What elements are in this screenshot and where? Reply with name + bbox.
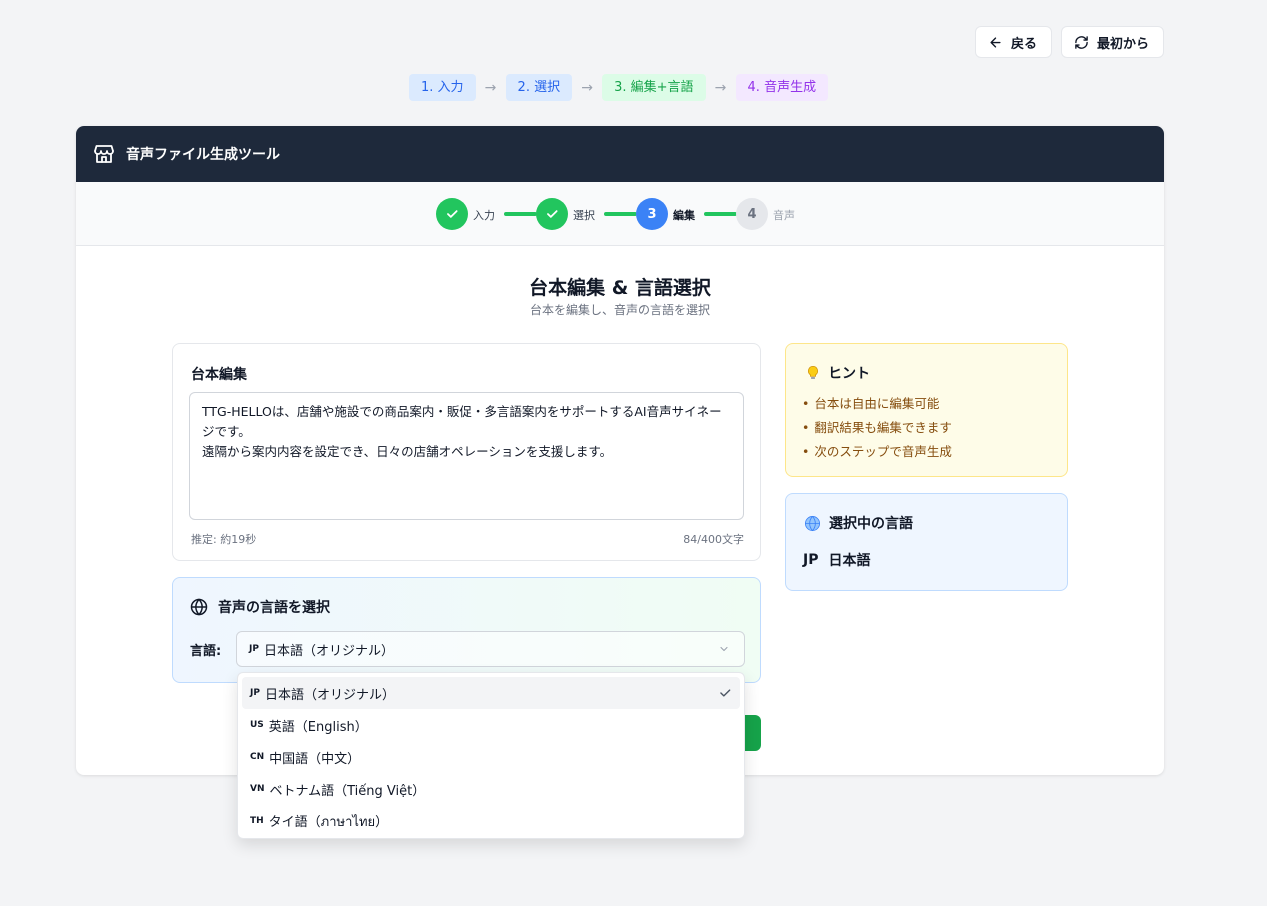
check-icon xyxy=(720,689,731,697)
chevron-down-icon xyxy=(720,646,728,652)
page-title: 台本編集 & 言語選択 xyxy=(529,277,711,299)
current-language-name: 日本語 xyxy=(828,553,871,569)
step-3-label: 編集 xyxy=(673,209,695,222)
selected-flag: JP xyxy=(249,644,259,654)
language-panel-title: 音声の言語を選択 xyxy=(189,597,330,617)
option-text: 中国語（中文） xyxy=(269,751,361,767)
step-1-label: 入力 xyxy=(473,209,495,222)
language-option-ja[interactable]: JP 日本語（オリジナル） xyxy=(242,677,740,709)
lightbulb-icon xyxy=(808,365,818,379)
step-2-label: 選択 xyxy=(573,209,595,222)
refresh-icon xyxy=(1075,35,1088,49)
restart-button[interactable]: 最初から xyxy=(1060,26,1164,58)
breadcrumb-step-4: 4. 音声生成 xyxy=(735,74,829,101)
hint-list: 台本は自由に編集可能 翻訳結果も編集できます 次のステップで音声生成 xyxy=(802,392,952,464)
check-icon xyxy=(447,210,458,218)
hint-panel: ヒント 台本は自由に編集可能 翻訳結果も編集できます 次のステップで音声生成 xyxy=(785,343,1068,477)
hint-item: 次のステップで音声生成 xyxy=(802,440,952,464)
language-dropdown: JP 日本語（オリジナル） US 英語（English） CN 中国語（中文） … xyxy=(237,672,745,839)
option-flag: TH xyxy=(250,816,264,826)
check-icon xyxy=(547,210,558,218)
hint-title-text: ヒント xyxy=(828,366,870,382)
language-panel-title-text: 音声の言語を選択 xyxy=(218,600,330,616)
store-icon xyxy=(94,145,114,163)
step-connector xyxy=(504,212,537,216)
current-language-flag: JP xyxy=(803,552,819,568)
char-count: 84/400文字 xyxy=(683,533,744,546)
option-text: ベトナム語（Tiếng Việt） xyxy=(269,783,426,799)
hint-item: 翻訳結果も編集できます xyxy=(802,416,952,440)
script-textarea[interactable]: TTG-HELLOは、店舗や施設での商品案内・販促・多言語案内をサポートするAI… xyxy=(189,392,744,520)
progress-stepper: 入力 選択 3 編集 4 音声 xyxy=(76,182,1164,246)
language-panel: 音声の言語を選択 言語: JP 日本語（オリジナル） xyxy=(172,577,761,683)
breadcrumb-arrow: → xyxy=(714,79,727,96)
selected-language-text: 日本語（オリジナル） xyxy=(263,643,394,659)
breadcrumb: 1. 入力 → 2. 選択 → 3. 編集+言語 → 4. 音声生成 xyxy=(409,74,829,101)
breadcrumb-step-3: 3. 編集+言語 xyxy=(602,74,706,101)
option-text: タイ語（ภาษาไทย） xyxy=(268,814,389,830)
language-option-en[interactable]: US 英語（English） xyxy=(242,709,740,741)
language-label: 言語: xyxy=(190,644,222,659)
globe-icon xyxy=(804,515,821,531)
option-text: 英語（English） xyxy=(268,719,368,735)
current-language: JP 日本語 xyxy=(803,550,870,570)
breadcrumb-step-2: 2. 選択 xyxy=(505,74,573,101)
language-option-th[interactable]: TH タイ語（ภาษาไทย） xyxy=(242,805,740,837)
selected-language-title-text: 選択中の言語 xyxy=(829,516,913,532)
breadcrumb-arrow: → xyxy=(484,79,497,96)
arrow-left-icon xyxy=(990,36,1001,48)
step-3-current: 3 xyxy=(636,198,668,230)
app-title: 音声ファイル生成ツール xyxy=(126,147,280,163)
option-flag: VN xyxy=(250,784,265,794)
breadcrumb-step-1: 1. 入力 xyxy=(409,74,476,101)
back-button[interactable]: 戻る xyxy=(974,26,1052,58)
restart-button-label: 最初から xyxy=(1096,36,1149,52)
language-select[interactable]: JP 日本語（オリジナル） xyxy=(236,631,745,667)
step-connector xyxy=(604,212,637,216)
script-editor-panel: 台本編集 TTG-HELLOは、店舗や施設での商品案内・販促・多言語案内をサポー… xyxy=(172,343,761,561)
hint-item: 台本は自由に編集可能 xyxy=(802,392,952,416)
language-option-vi[interactable]: VN ベトナム語（Tiếng Việt） xyxy=(242,773,740,805)
top-actions: 戻る 最初から xyxy=(974,26,1164,58)
hint-title: ヒント xyxy=(805,363,870,383)
step-2-done xyxy=(536,198,568,230)
selected-language-title: 選択中の言語 xyxy=(804,513,913,533)
step-4-label: 音声 xyxy=(773,209,795,222)
option-flag: US xyxy=(250,720,264,730)
option-flag: JP xyxy=(250,688,260,698)
page-subtitle: 台本を編集し、音声の言語を選択 xyxy=(529,303,710,317)
globe-icon xyxy=(190,598,208,616)
script-editor-title: 台本編集 xyxy=(191,367,247,383)
card-header: 音声ファイル生成ツール xyxy=(76,126,1164,182)
step-1-done xyxy=(436,198,468,230)
duration-estimate: 推定: 約19秒 xyxy=(191,533,257,546)
selected-language-panel: 選択中の言語 JP 日本語 xyxy=(785,493,1068,591)
breadcrumb-arrow: → xyxy=(581,79,593,96)
step-connector xyxy=(704,212,737,216)
language-option-zh[interactable]: CN 中国語（中文） xyxy=(242,741,740,773)
option-text: 日本語（オリジナル） xyxy=(264,687,395,703)
step-4-todo: 4 xyxy=(736,198,768,230)
option-flag: CN xyxy=(250,752,265,762)
back-button-label: 戻る xyxy=(1010,36,1037,52)
